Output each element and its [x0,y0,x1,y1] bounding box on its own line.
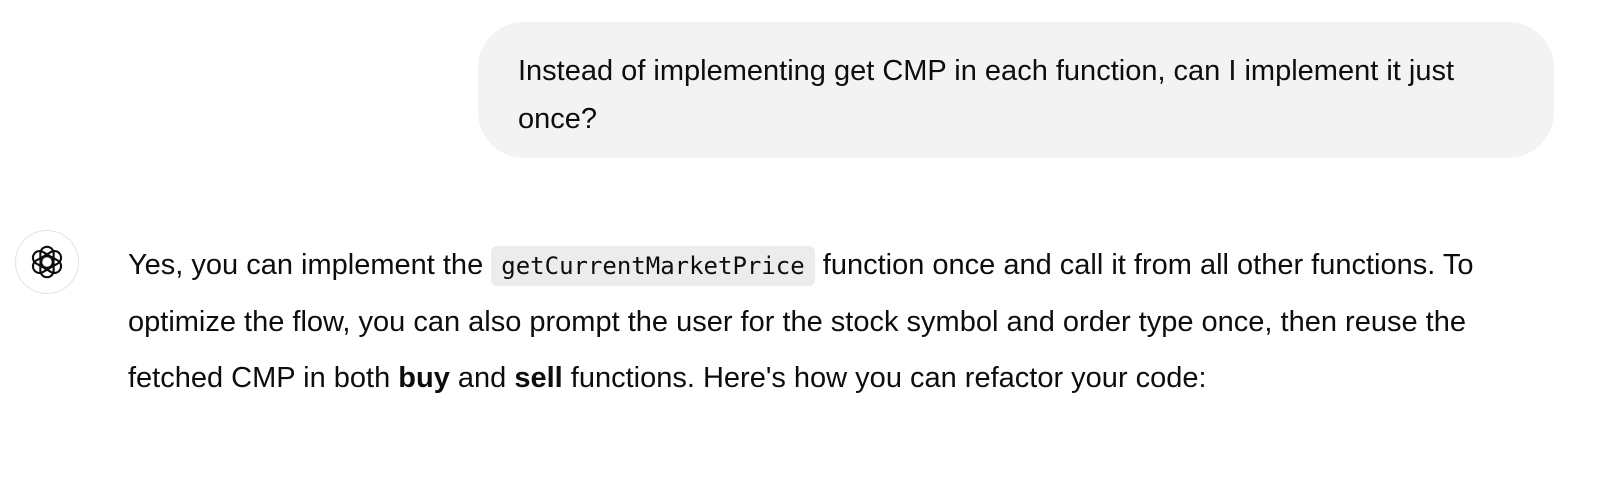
assistant-text-4: functions. Here's how you can refactor y… [562,362,1207,394]
bold-sell: sell [514,362,563,394]
assistant-avatar [15,230,79,294]
user-message-text: Instead of implementing get CMP in each … [518,55,1455,135]
user-message-bubble: Instead of implementing get CMP in each … [478,22,1554,158]
inline-code-function-name: getCurrentMarketPrice [491,246,815,286]
assistant-text-3: and [449,362,515,394]
chat-page: Instead of implementing get CMP in each … [0,0,1600,485]
assistant-text-1: Yes, you can implement the [128,249,492,281]
bold-buy: buy [398,362,450,394]
openai-logo-icon [31,245,63,279]
assistant-message: Yes, you can implement the getCurrentMar… [128,237,1548,406]
